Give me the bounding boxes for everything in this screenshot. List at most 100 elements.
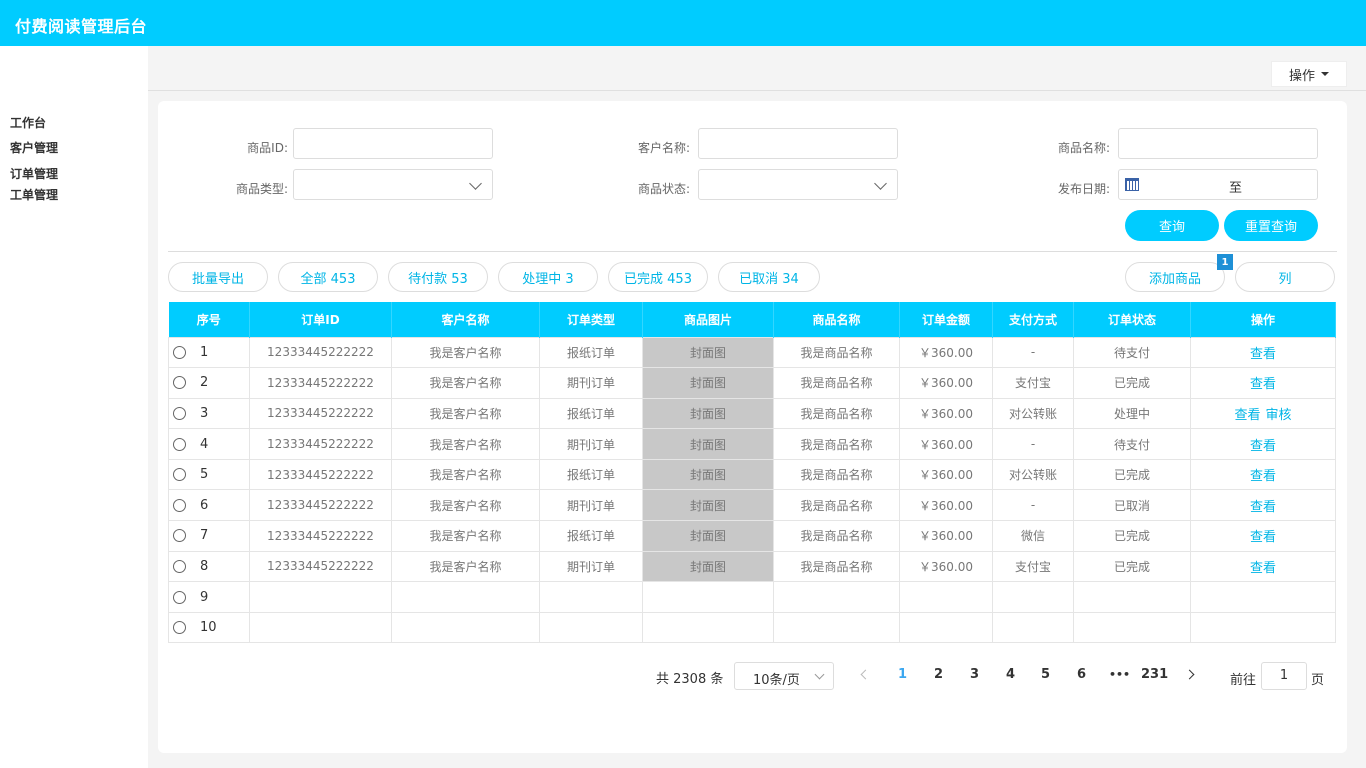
cell-product-image: 封面图 [642, 520, 774, 552]
page-size-select[interactable]: 10条/页 [734, 662, 834, 690]
view-link[interactable]: 查看 [1250, 377, 1276, 392]
view-link[interactable]: 查看 [1250, 561, 1276, 576]
row-radio[interactable] [173, 621, 186, 635]
publish-date-label: 发布日期: [1057, 182, 1110, 196]
cell-order-amount: ￥360.00 [899, 336, 993, 369]
column-settings-button[interactable]: 列 [1235, 262, 1335, 292]
app-title: 付费阅读管理后台 [15, 17, 148, 36]
product-id-label: 商品ID: [247, 141, 288, 155]
row-radio[interactable] [173, 529, 186, 543]
cell-order-status: 待支付 [1073, 428, 1191, 460]
row-radio[interactable] [173, 590, 186, 604]
page-last[interactable]: 231 [1141, 667, 1168, 682]
reset-search-button[interactable]: 重置查询 [1224, 210, 1318, 241]
tab-pending-payment[interactable]: 待付款 53 [388, 262, 488, 292]
cell-payment-method: 对公转账 [992, 397, 1074, 430]
tab-cancelled[interactable]: 已取消 34 [718, 262, 820, 292]
row-index: 5 [200, 467, 209, 483]
row-radio[interactable] [173, 468, 186, 482]
publish-date-range[interactable]: 至 [1118, 169, 1318, 200]
header-divider [148, 90, 1366, 91]
product-name-label: 商品名称: [1057, 141, 1110, 155]
cell-order-amount: ￥360.00 [899, 520, 993, 552]
table-row[interactable]: 4 12333445222222 我是客户名称 期刊订单 封面图 我是商品名称 ￥360.0… [168, 428, 1336, 460]
table-row[interactable]: 10 [168, 611, 1336, 644]
cell-operations: 查看 [1190, 520, 1336, 552]
filter-divider [168, 251, 1337, 252]
chevron-down-icon [469, 177, 482, 190]
cell-product-image [642, 611, 774, 644]
view-link[interactable]: 查看 [1234, 408, 1260, 423]
page-6[interactable]: 6 [1077, 667, 1086, 682]
search-button[interactable]: 查询 [1125, 210, 1219, 241]
cell-order-status: 处理中 [1073, 397, 1191, 430]
table-row[interactable]: 7 12333445222222 我是客户名称 报纸订单 封面图 我是商品名称 ￥360.0… [168, 520, 1336, 552]
row-radio[interactable] [173, 437, 186, 451]
chevron-down-icon [814, 669, 825, 680]
cell-customer-name: 我是客户名称 [391, 428, 540, 460]
product-name-input[interactable] [1118, 128, 1318, 159]
page-4[interactable]: 4 [1006, 667, 1015, 682]
sidebar-item-tickets[interactable]: 工单管理 [10, 186, 58, 203]
view-link[interactable]: 查看 [1250, 469, 1276, 484]
cell-customer-name: 我是客户名称 [391, 520, 540, 552]
product-status-select[interactable] [698, 169, 898, 200]
row-radio[interactable] [173, 406, 186, 420]
cell-product-image: 封面图 [642, 336, 774, 369]
batch-export-button[interactable]: 批量导出 [168, 262, 268, 292]
cell-product-name [773, 611, 900, 644]
table-row[interactable]: 1 12333445222222 我是客户名称 报纸订单 封面图 我是商品名称 ￥360.0… [168, 336, 1336, 369]
product-type-select[interactable] [293, 169, 493, 200]
cell-payment-method: 支付宝 [992, 367, 1074, 399]
row-radio[interactable] [173, 376, 186, 390]
row-radio[interactable] [173, 559, 186, 573]
view-link[interactable]: 查看 [1250, 500, 1276, 515]
cell-order-type [539, 581, 643, 613]
sidebar-item-customers[interactable]: 客户管理 [10, 139, 58, 156]
table-row[interactable]: 6 12333445222222 我是客户名称 期刊订单 封面图 我是商品名称 ￥360.0… [168, 489, 1336, 522]
sidebar-item-orders[interactable]: 订单管理 [10, 165, 58, 182]
cell-order-status [1073, 611, 1191, 644]
cell-order-id: 12333445222222 [249, 489, 392, 522]
product-type-label: 商品类型: [235, 182, 288, 196]
customer-name-input[interactable] [698, 128, 898, 159]
cell-operations: 查看 [1190, 428, 1336, 460]
goto-label: 前往 [1230, 673, 1257, 688]
header-order-id: 订单ID [249, 302, 392, 337]
cell-order-status: 已完成 [1073, 550, 1191, 583]
cell-product-image [642, 581, 774, 613]
sidebar-item-workbench[interactable]: 工作台 [10, 114, 46, 131]
cell-order-status: 已完成 [1073, 520, 1191, 552]
total-count: 共 2308 条 [656, 672, 724, 687]
review-link[interactable]: 审核 [1266, 408, 1292, 423]
tab-all[interactable]: 全部 453 [278, 262, 378, 292]
goto-page-input[interactable]: 1 [1261, 662, 1307, 690]
table-row[interactable]: 3 12333445222222 我是客户名称 报纸订单 封面图 我是商品名称 ￥360.0… [168, 397, 1336, 430]
cell-index: 10 [168, 611, 250, 644]
calendar-icon[interactable] [1125, 178, 1139, 191]
page-1[interactable]: 1 [898, 667, 907, 682]
add-product-button[interactable]: 添加商品 [1125, 262, 1225, 292]
header-customer-name: 客户名称 [391, 302, 540, 337]
view-link[interactable]: 查看 [1250, 530, 1276, 545]
view-link[interactable]: 查看 [1250, 439, 1276, 454]
table-row[interactable]: 8 12333445222222 我是客户名称 期刊订单 封面图 我是商品名称 ￥360.0… [168, 550, 1336, 583]
page-2[interactable]: 2 [934, 667, 943, 682]
table-row[interactable]: 2 12333445222222 我是客户名称 期刊订单 封面图 我是商品名称 ￥360.0… [168, 367, 1336, 399]
page-5[interactable]: 5 [1041, 667, 1050, 682]
tab-completed[interactable]: 已完成 453 [608, 262, 708, 292]
row-radio[interactable] [173, 345, 186, 359]
page-ellipsis[interactable]: ••• [1109, 668, 1130, 681]
table-row[interactable]: 9 [168, 581, 1336, 613]
view-link[interactable]: 查看 [1250, 347, 1276, 362]
table-row[interactable]: 5 12333445222222 我是客户名称 报纸订单 封面图 我是商品名称 ￥360.0… [168, 458, 1336, 491]
cell-product-name: 我是商品名称 [773, 520, 900, 552]
tab-processing[interactable]: 处理中 3 [498, 262, 598, 292]
operate-dropdown[interactable]: 操作 [1271, 61, 1347, 87]
cell-operations: 查看 [1190, 336, 1336, 369]
cell-index: 9 [168, 581, 250, 613]
row-radio[interactable] [173, 498, 186, 512]
cell-order-type: 期刊订单 [539, 550, 643, 583]
product-id-input[interactable] [293, 128, 493, 159]
page-3[interactable]: 3 [970, 667, 979, 682]
